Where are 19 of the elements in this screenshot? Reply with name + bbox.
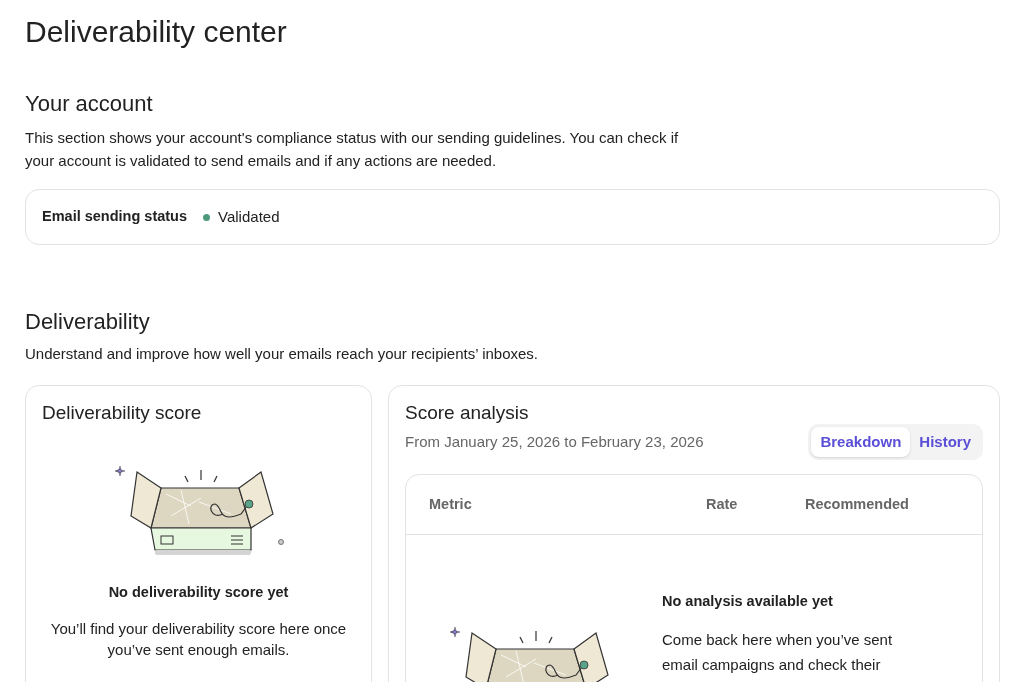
column-header: Rate <box>706 495 738 512</box>
empty-state-title: No analysis available yet <box>662 592 834 611</box>
empty-state-title: No deliverability score yet <box>108 583 289 602</box>
status-text: Validated <box>218 206 280 227</box>
card-title: Deliverability score <box>42 401 202 425</box>
section-heading: Deliverability <box>25 308 151 336</box>
section-description: Understand and improve how well your emails reach your recipients’ inboxes. <box>25 344 540 364</box>
column-header: Recommended <box>805 495 909 512</box>
page-title: Deliverability center <box>25 14 288 50</box>
column-header: Metric <box>429 495 472 512</box>
view-tab[interactable]: History <box>910 427 980 457</box>
card-title: Score analysis <box>405 401 530 425</box>
date-range: From January 25, 2026 to February 23, 2026 <box>405 431 704 452</box>
status-label: Email sending status <box>42 207 188 227</box>
empty-state-text: Come back here when you’ve sent email campaigns and check their <box>662 629 894 675</box>
empty-state-text: You’ll find your deliverability score here once you’ve sent enough emails. <box>49 618 348 660</box>
section-heading: Your account <box>25 90 154 118</box>
section-description: This section shows your account's compliance status with our sending guidelines. You can check if your account is validated to send emails and if any actions are needed. <box>25 128 680 171</box>
view-tab[interactable]: Breakdown <box>811 427 911 457</box>
